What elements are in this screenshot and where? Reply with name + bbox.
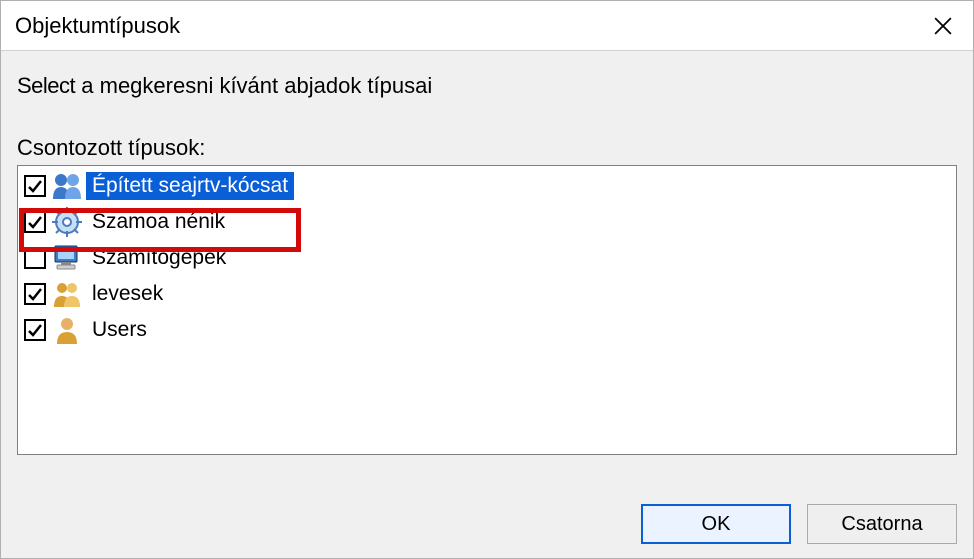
list-item-label: Users bbox=[86, 316, 153, 344]
security-principals-icon bbox=[50, 170, 84, 202]
checkbox[interactable] bbox=[24, 247, 46, 269]
dialog-title: Objektumtípusok bbox=[15, 13, 180, 39]
ok-button[interactable]: OK bbox=[641, 504, 791, 544]
close-icon bbox=[934, 17, 952, 35]
object-types-list[interactable]: Épített seajrtv-kócsat bbox=[17, 165, 957, 455]
dialog-window: Objektumtípusok Select a megkeresni kívá… bbox=[0, 0, 974, 559]
list-item[interactable]: Users bbox=[18, 312, 956, 348]
prompt-text: Select a megkeresni kívánt abjadok típus… bbox=[17, 73, 957, 99]
checkbox[interactable] bbox=[24, 211, 46, 233]
list-item-label: levesek bbox=[86, 280, 169, 308]
list-item[interactable]: Épített seajrtv-kócsat bbox=[18, 168, 956, 204]
close-button[interactable] bbox=[917, 5, 969, 47]
check-icon bbox=[27, 322, 43, 338]
list-item[interactable]: levesek bbox=[18, 276, 956, 312]
dialog-body: Select a megkeresni kívánt abjadok típus… bbox=[1, 51, 973, 455]
checkbox[interactable] bbox=[24, 283, 46, 305]
cancel-button[interactable]: Csatorna bbox=[807, 504, 957, 544]
prompt-rest: a megkeresni kívánt abjadok típusai bbox=[75, 73, 432, 98]
titlebar: Objektumtípusok bbox=[1, 1, 973, 51]
list-label: Csontozott típusok: bbox=[17, 135, 957, 161]
list-item-label: Szamoa nénik bbox=[86, 208, 231, 236]
list-item[interactable]: Szamoa nénik bbox=[18, 204, 956, 240]
check-icon bbox=[27, 286, 43, 302]
list-item-label: Épített seajrtv-kócsat bbox=[86, 172, 294, 200]
computer-icon bbox=[50, 242, 84, 274]
list-item-label: Számítógépek bbox=[86, 244, 232, 272]
list-item[interactable]: Számítógépek bbox=[18, 240, 956, 276]
groups-icon bbox=[50, 278, 84, 310]
check-icon bbox=[27, 214, 43, 230]
checkbox[interactable] bbox=[24, 175, 46, 197]
button-row: OK Csatorna bbox=[641, 504, 957, 544]
service-account-icon bbox=[50, 206, 84, 238]
check-icon bbox=[27, 178, 43, 194]
user-icon bbox=[50, 314, 84, 346]
prompt-select: Select bbox=[17, 73, 75, 98]
checkbox[interactable] bbox=[24, 319, 46, 341]
